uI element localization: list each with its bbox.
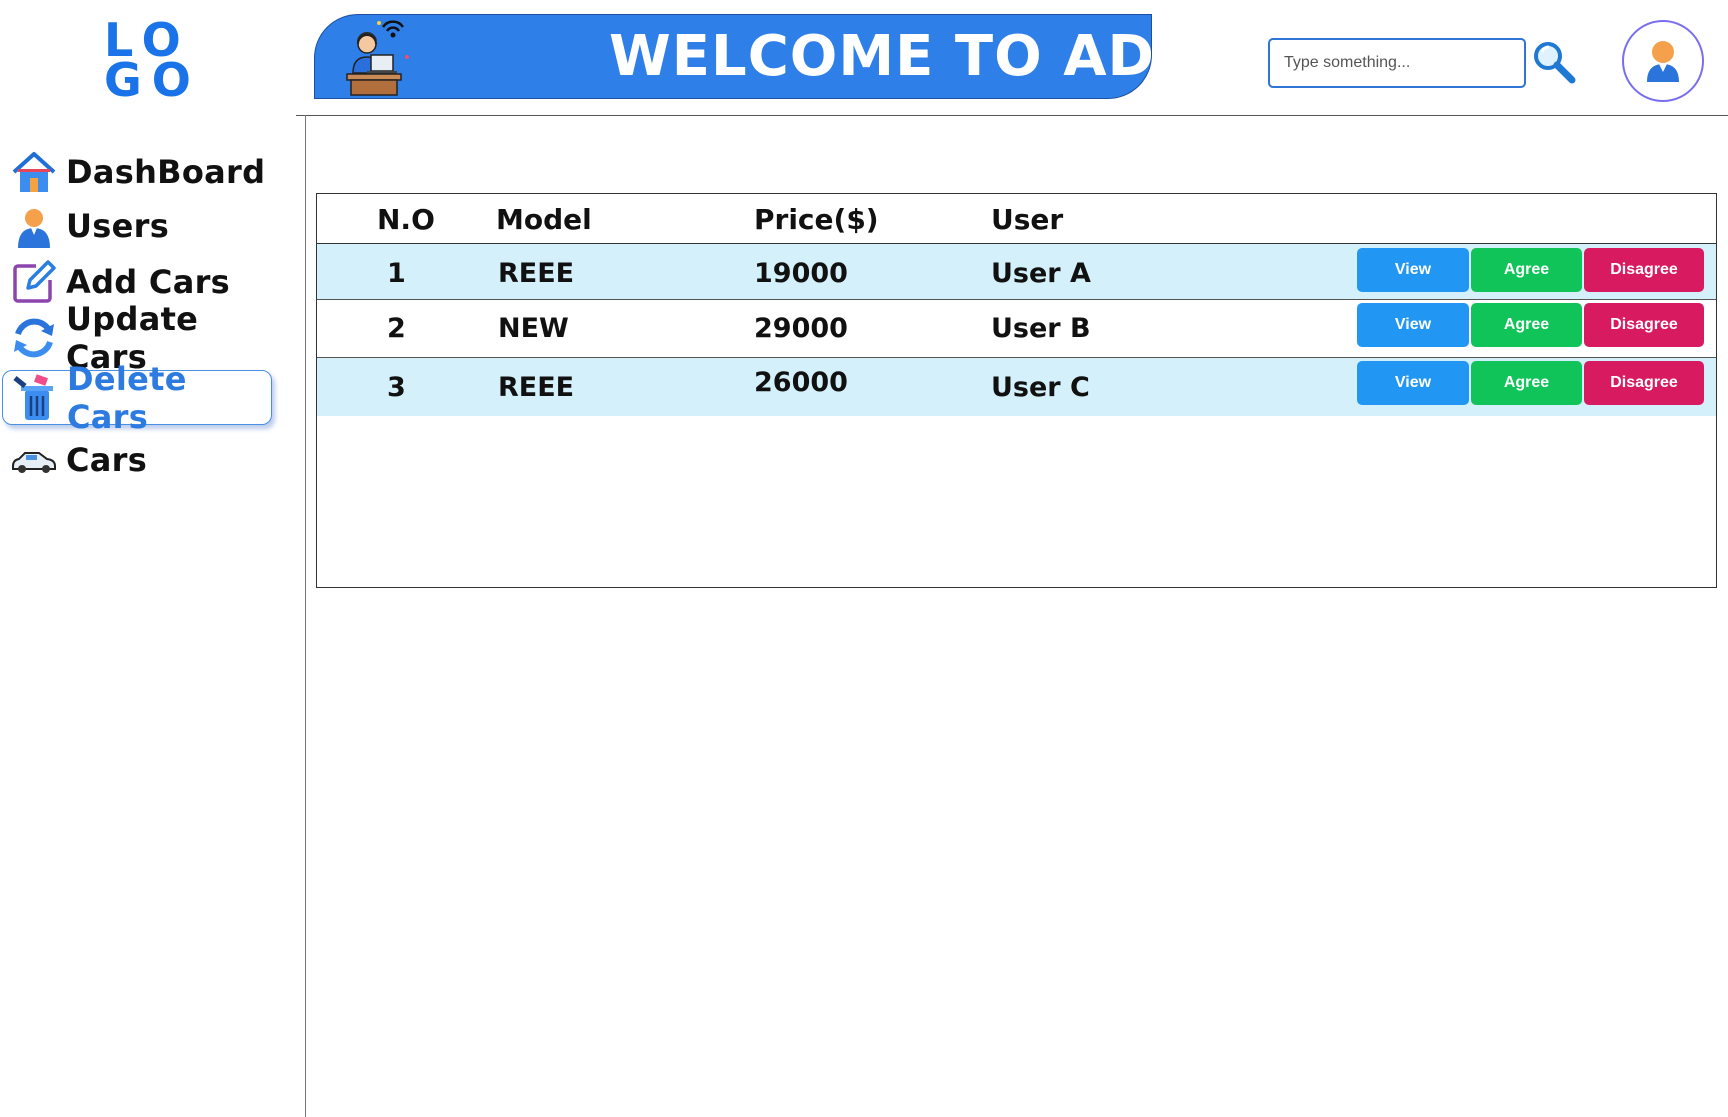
trash-icon <box>13 373 53 420</box>
sidebar-item-users[interactable]: Users <box>2 198 272 253</box>
sidebar-item-update-cars[interactable]: Update Cars <box>2 300 272 376</box>
user-avatar-icon <box>1647 41 1679 82</box>
cell-no: 2 <box>387 313 406 344</box>
search-icon <box>1534 41 1576 83</box>
column-header-price: Price($) <box>754 203 879 236</box>
welcome-banner: WELCOME TO ADMI <box>314 14 1152 99</box>
sidebar-item-label: Cars <box>66 440 148 479</box>
cell-no: 1 <box>387 258 406 289</box>
view-button[interactable]: View <box>1357 303 1469 347</box>
cell-no: 3 <box>387 372 406 403</box>
cell-user: User A <box>991 258 1091 289</box>
cell-model: REEE <box>498 258 575 289</box>
cell-model: NEW <box>498 313 569 344</box>
sidebar-item-label: Add Cars <box>66 262 231 301</box>
sidebar-item-label: Users <box>66 206 170 245</box>
car-icon <box>12 451 56 473</box>
house-icon <box>12 151 56 192</box>
search-button[interactable] <box>1530 38 1578 88</box>
admin-at-desk-icon <box>346 20 409 96</box>
sidebar-item-delete-cars[interactable]: Delete Cars <box>2 360 272 436</box>
column-header-no: N.O <box>377 203 435 236</box>
sidebar-item-dashboard[interactable]: DashBoard <box>2 144 272 199</box>
banner-title: WELCOME TO ADMI <box>609 24 1152 89</box>
sidebar-divider <box>305 115 306 1117</box>
agree-button[interactable]: Agree <box>1471 361 1582 405</box>
refresh-icon <box>14 318 54 357</box>
profile-button[interactable] <box>1622 20 1704 102</box>
table-row: 2 NEW 29000 User B View Agree Disagree <box>317 300 1716 358</box>
cell-price: 29000 <box>754 313 848 344</box>
table-row: 3 REEE 26000 User C View Agree Disagree <box>317 358 1716 416</box>
table-row: 1 REEE 19000 User A View Agree Disagree <box>317 244 1716 300</box>
sidebar-item-label: DashBoard <box>66 152 266 191</box>
header-divider <box>296 115 1728 116</box>
cell-model: REEE <box>498 372 575 403</box>
column-header-model: Model <box>496 203 592 236</box>
logo: LO GO <box>104 17 201 107</box>
agree-button[interactable]: Agree <box>1471 303 1582 347</box>
user-icon <box>18 208 50 248</box>
cell-price: 19000 <box>754 258 848 289</box>
cell-price: 26000 <box>754 367 848 398</box>
cell-user: User C <box>991 372 1090 403</box>
sidebar-item-cars[interactable]: Cars <box>2 432 272 487</box>
cell-user: User B <box>991 313 1091 344</box>
sidebar-item-label: Delete Cars <box>67 359 187 436</box>
view-button[interactable]: View <box>1357 248 1469 292</box>
view-button[interactable]: View <box>1357 361 1469 405</box>
disagree-button[interactable]: Disagree <box>1584 303 1704 347</box>
cars-table: N.O Model Price($) User 1 REEE 19000 Use… <box>316 193 1717 588</box>
table-header: N.O Model Price($) User <box>317 194 1716 244</box>
search-input[interactable] <box>1268 38 1526 88</box>
edit-icon <box>13 259 56 303</box>
disagree-button[interactable]: Disagree <box>1584 248 1704 292</box>
agree-button[interactable]: Agree <box>1471 248 1582 292</box>
logo-line-2: GO <box>104 53 201 107</box>
column-header-user: User <box>991 203 1064 236</box>
disagree-button[interactable]: Disagree <box>1584 361 1704 405</box>
